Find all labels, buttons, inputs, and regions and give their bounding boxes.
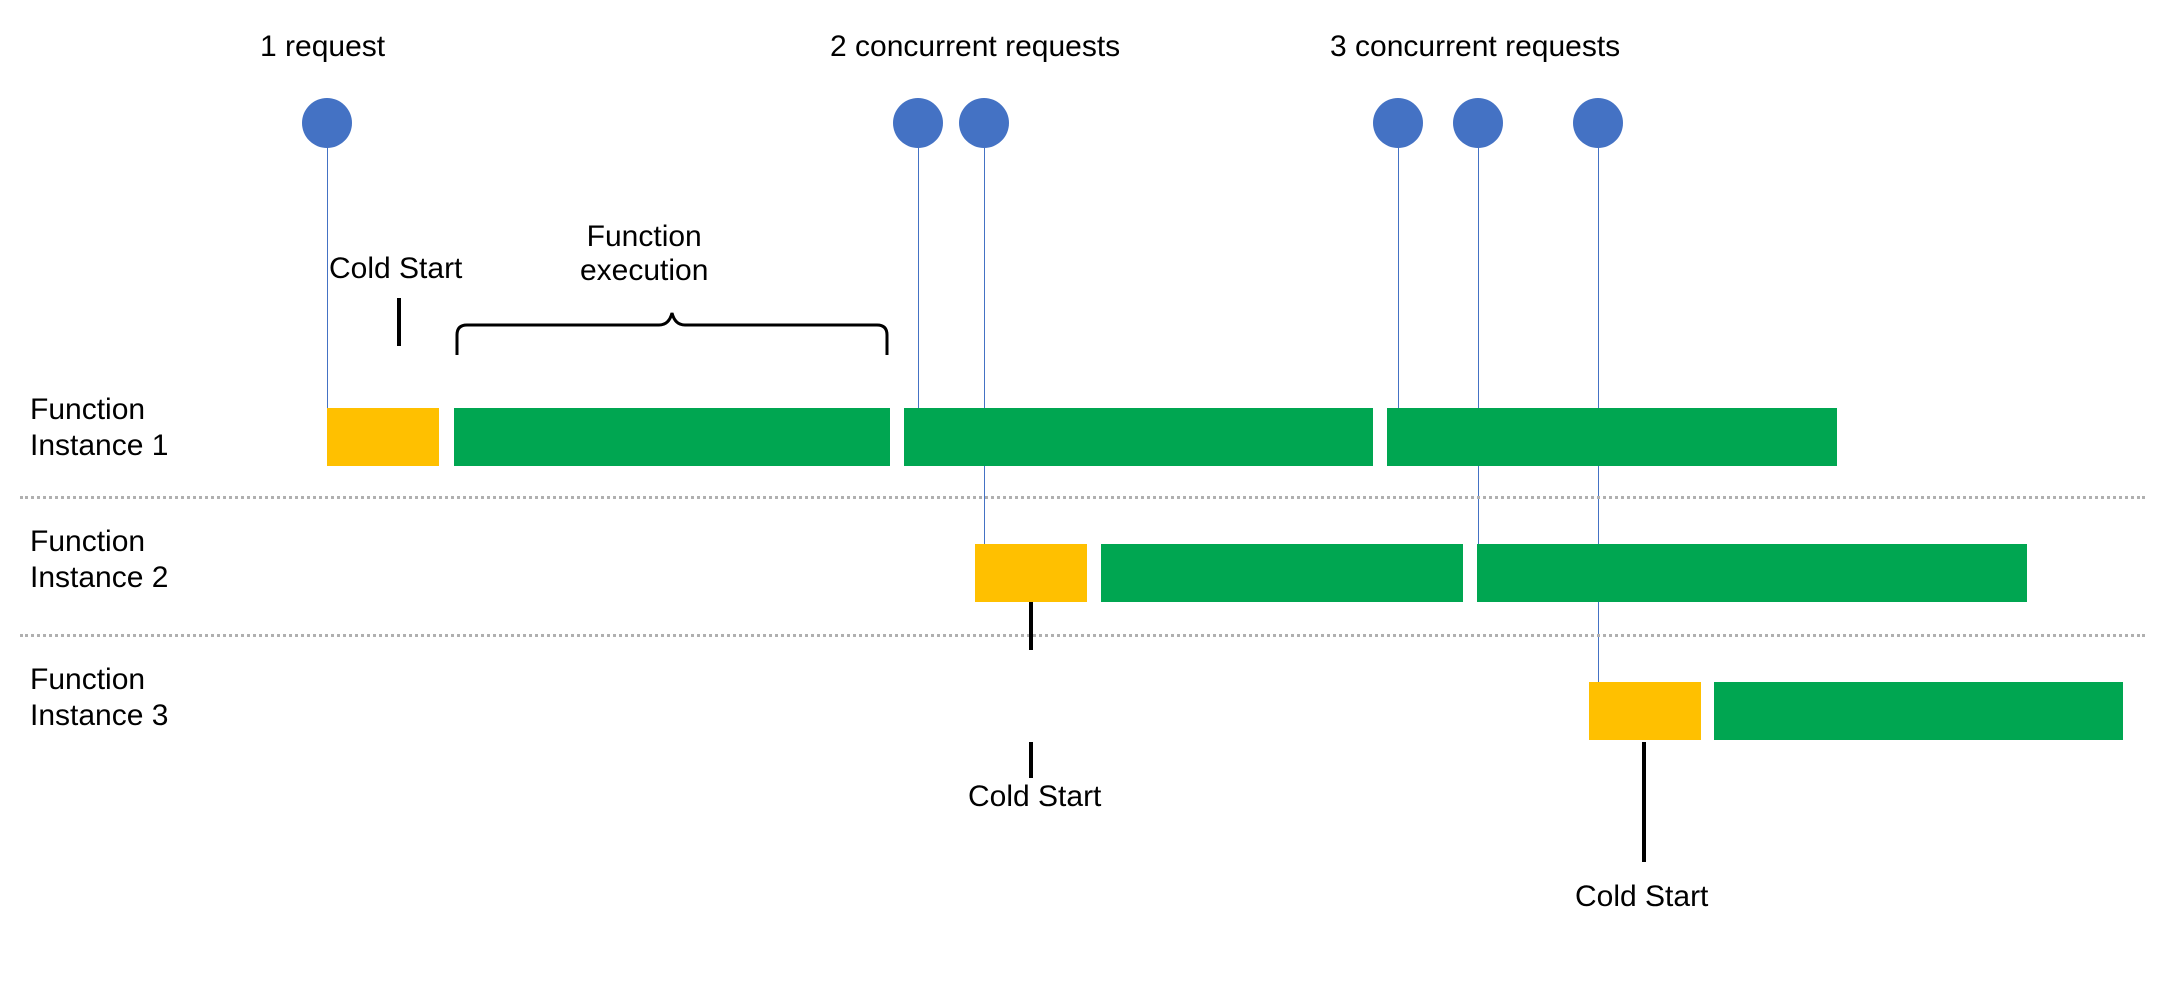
bar-instance1-exec-2 [904, 408, 1373, 466]
bar-instance2-exec-2 [1477, 544, 2027, 602]
execution-bracket [454, 310, 890, 360]
row-divider-1 [20, 496, 2145, 499]
bar-instance2-cold [975, 544, 1087, 602]
header-three-requests: 3 concurrent requests [1330, 30, 1620, 64]
request-line-2 [918, 148, 919, 430]
bar-instance2-exec-1 [1101, 544, 1463, 602]
bar-instance3-cold [1589, 682, 1701, 740]
cold-start-label-top: Cold Start [329, 252, 462, 286]
cold-start-tick-top [397, 298, 401, 346]
request-dot-2 [893, 98, 943, 148]
header-one-request: 1 request [260, 30, 385, 64]
request-dot-6 [1573, 98, 1623, 148]
bar-instance1-exec-3 [1387, 408, 1837, 466]
cold-start-label-mid: Cold Start [968, 780, 1101, 814]
cold-start-label-bottom: Cold Start [1575, 880, 1708, 914]
cold-start-tick-mid-2 [1029, 742, 1033, 778]
request-line-4 [1398, 148, 1399, 430]
request-dot-5 [1453, 98, 1503, 148]
request-dot-1 [302, 98, 352, 148]
bar-instance1-exec-1 [454, 408, 890, 466]
request-dot-4 [1373, 98, 1423, 148]
request-line-1 [327, 148, 328, 430]
header-two-requests: 2 concurrent requests [830, 30, 1120, 64]
bar-instance1-cold [327, 408, 439, 466]
row-label-instance-1: Function Instance 1 [30, 392, 168, 464]
cold-start-diagram: 1 request 2 concurrent requests 3 concur… [20, 20, 2145, 967]
request-line-5 [1478, 148, 1479, 578]
row-divider-2 [20, 634, 2145, 637]
bar-instance3-exec-1 [1714, 682, 2123, 740]
row-label-instance-3: Function Instance 3 [30, 662, 168, 734]
request-dot-3 [959, 98, 1009, 148]
cold-start-tick-mid [1029, 602, 1033, 650]
function-execution-label: Function execution [580, 220, 708, 288]
row-label-instance-2: Function Instance 2 [30, 524, 168, 596]
cold-start-tick-bottom [1642, 742, 1646, 862]
request-line-3 [984, 148, 985, 578]
